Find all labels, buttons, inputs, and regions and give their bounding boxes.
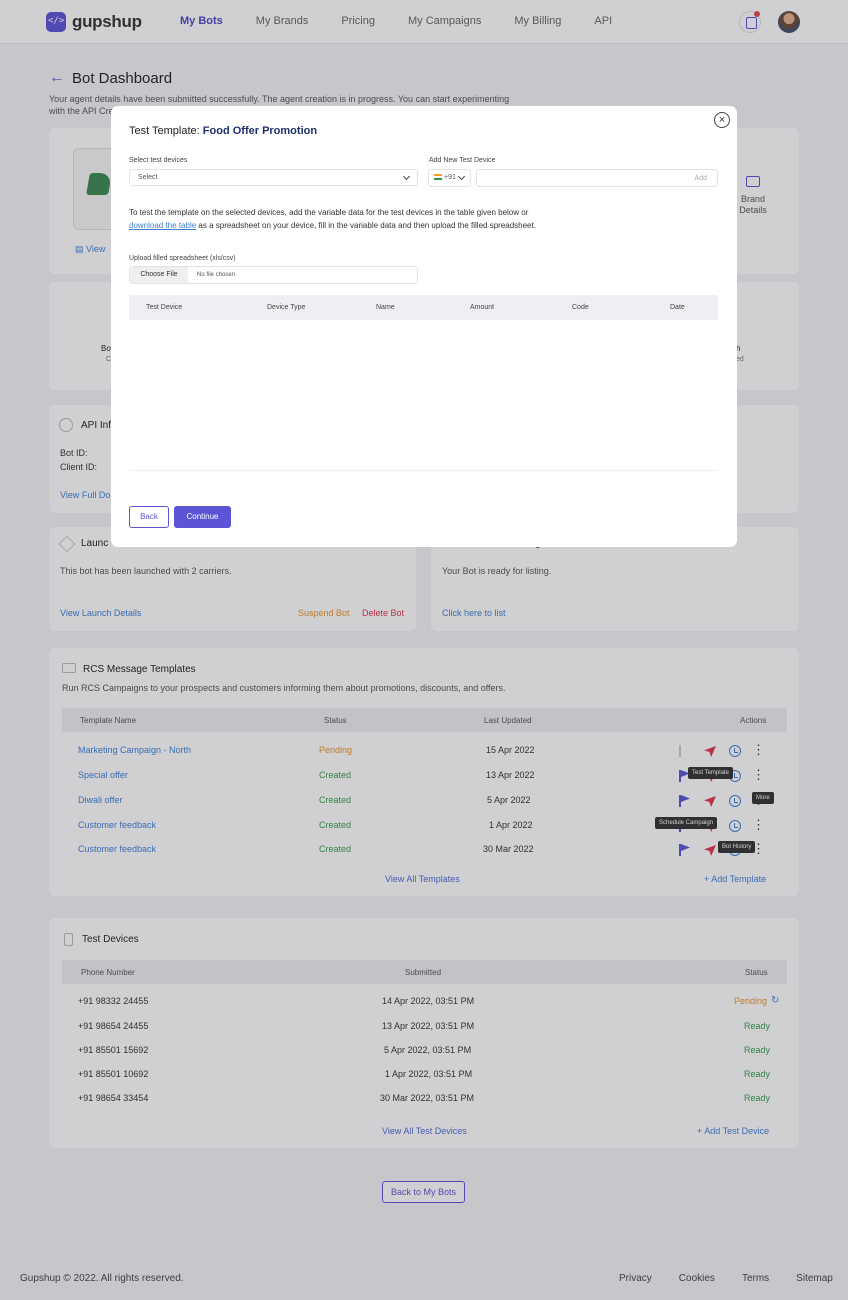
india-flag-icon [434,174,442,181]
col-test-device: Test Device [146,304,183,311]
continue-button[interactable]: Continue [174,506,231,528]
template-name: Food Offer Promotion [202,125,318,137]
select-devices-dropdown[interactable]: Select [129,169,418,186]
variable-table-header: Test Device Device Type Name Amount Code… [129,295,718,320]
add-device-label: Add New Test Device [429,157,496,164]
back-button[interactable]: Back [129,506,169,528]
col-device-type: Device Type [267,304,306,311]
test-template-modal: × Test Template: Food Offer Promotion Se… [111,106,737,547]
chevron-down-icon [402,172,411,181]
file-upload-input[interactable]: Choose File No file chosen [129,266,418,284]
phone-number-input[interactable]: Add [476,169,718,187]
modal-title: Test Template: Food Offer Promotion [129,125,318,137]
add-device-button[interactable]: Add [695,175,707,182]
instructions-text: To test the template on the selected dev… [129,208,536,230]
download-table-link[interactable]: download the table [129,221,196,230]
col-date: Date [670,304,685,311]
chevron-down-icon [457,172,466,181]
file-status: No file chosen [197,272,236,278]
country-code-select[interactable]: +91 [428,169,471,187]
close-icon[interactable]: × [714,112,730,128]
upload-label: Upload filled spreadsheet (xls/csv) [129,255,236,262]
table-divider [129,470,718,471]
col-name: Name [376,304,395,311]
choose-file-button[interactable]: Choose File [130,267,188,283]
col-amount: Amount [470,304,495,311]
col-code: Code [572,304,589,311]
select-devices-label: Select test devices [129,157,188,164]
